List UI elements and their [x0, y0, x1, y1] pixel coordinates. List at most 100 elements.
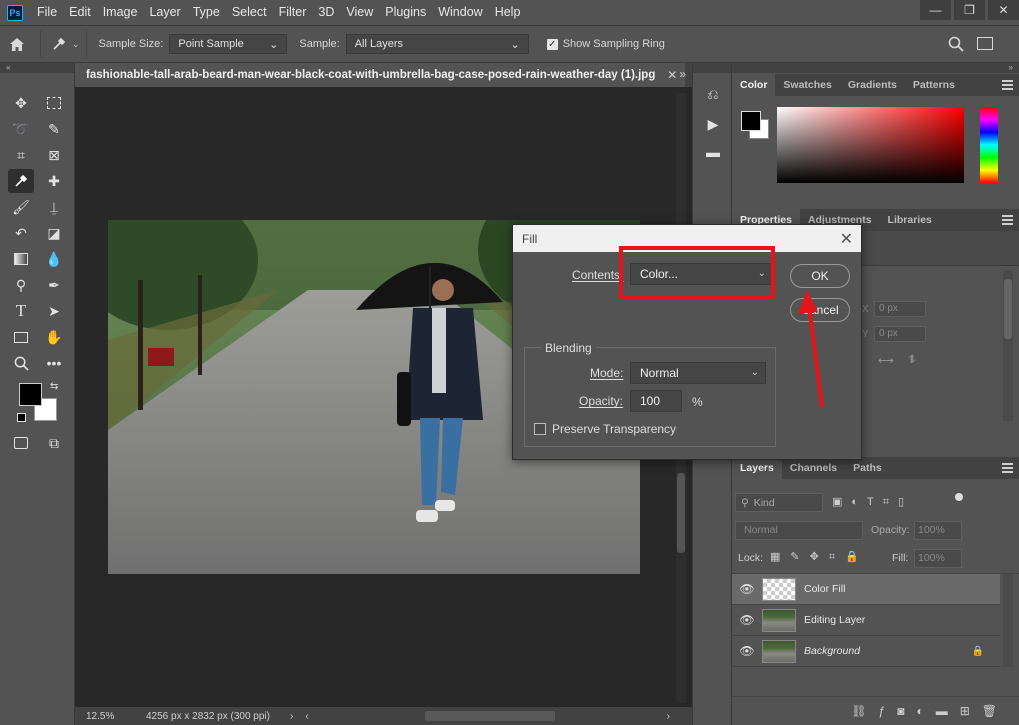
layer-row-color-fill[interactable]: 👁 Color Fill — [732, 574, 1000, 605]
lock-options-icons[interactable]: ▦✎✥⌗🔒 — [770, 550, 869, 564]
panel-menu-icon[interactable] — [1002, 463, 1013, 473]
menu-view[interactable]: View — [340, 0, 379, 25]
actions-play-icon[interactable]: ▶ — [702, 113, 724, 135]
frame-tool-icon[interactable]: ⊠ — [41, 143, 67, 167]
crop-tool-icon[interactable]: ⌗ — [8, 143, 34, 167]
restore-button[interactable]: ❐ — [954, 0, 985, 20]
dodge-tool-icon[interactable]: ⚲ — [8, 273, 34, 297]
flip-vertical-icon[interactable]: ⥮ — [908, 354, 916, 367]
color-panel-foreground-swatch[interactable] — [741, 111, 761, 131]
tab-patterns[interactable]: Patterns — [905, 74, 963, 96]
tabs-overflow-icon[interactable]: » — [679, 67, 686, 81]
type-tool-icon[interactable]: T — [8, 299, 34, 323]
y-field[interactable]: 0 px — [874, 326, 926, 342]
tab-gradients[interactable]: Gradients — [840, 74, 905, 96]
tab-layers[interactable]: Layers — [732, 457, 782, 479]
lasso-tool-icon[interactable]: ➰ — [8, 117, 34, 141]
rectangle-tool-icon[interactable] — [8, 325, 34, 349]
show-sampling-ring-checkbox[interactable]: ✓ — [546, 38, 558, 50]
quick-selection-tool-icon[interactable]: ✎ — [41, 117, 67, 141]
eye-icon[interactable]: 👁 — [732, 613, 762, 627]
layer-row-editing-layer[interactable]: 👁 Editing Layer — [732, 605, 1000, 636]
comments-icon[interactable]: ▬ — [702, 141, 724, 163]
clone-stamp-tool-icon[interactable]: ⍊ — [41, 195, 67, 219]
cancel-button[interactable]: Cancel — [790, 298, 850, 322]
flip-horizontal-icon[interactable]: ⟷ — [878, 354, 894, 367]
menu-window[interactable]: Window — [432, 0, 488, 25]
blend-mode-select[interactable]: Normal — [735, 521, 863, 540]
zoom-tool-icon[interactable] — [8, 351, 34, 375]
swap-colors-icon[interactable]: ⇆ — [50, 381, 58, 392]
properties-scrollbar[interactable] — [1003, 271, 1013, 421]
marquee-tool-icon[interactable] — [41, 91, 67, 115]
history-brush-tool-icon[interactable]: ↶ — [8, 221, 34, 245]
eye-icon[interactable]: 👁 — [732, 644, 762, 658]
filter-toggle-icon[interactable] — [955, 493, 963, 501]
menu-layer[interactable]: Layer — [143, 0, 186, 25]
close-window-button[interactable]: ✕ — [988, 0, 1019, 20]
hand-tool-icon[interactable]: ✋ — [41, 325, 67, 349]
mode-select[interactable]: Normal ⌄ — [630, 362, 766, 384]
menu-help[interactable]: Help — [489, 0, 527, 25]
panel-menu-icon[interactable] — [1002, 215, 1013, 225]
history-icon[interactable]: ⎌ — [702, 83, 724, 105]
x-field[interactable]: 0 px — [874, 301, 926, 317]
foreground-color-swatch[interactable] — [19, 383, 42, 406]
menu-filter[interactable]: Filter — [273, 0, 313, 25]
layer-filter-kind-select[interactable]: ⚲ Kind — [735, 493, 823, 512]
contents-select[interactable]: Color... ⌄ — [630, 263, 773, 285]
tab-color[interactable]: Color — [732, 74, 776, 96]
document-tab[interactable]: fashionable-tall-arab-beard-man-wear-bla… — [75, 63, 686, 87]
scroll-left-icon[interactable]: ‹ — [305, 711, 308, 722]
more-tools-icon[interactable]: ••• — [41, 351, 67, 375]
brush-tool-icon[interactable]: 🖌 — [8, 195, 34, 219]
layers-footer-icons[interactable]: ⛓ƒ◙◐▬⊞🗑 — [732, 696, 1019, 725]
ok-button[interactable]: OK — [790, 264, 850, 288]
dialog-opacity-field[interactable]: 100 — [630, 390, 682, 412]
scroll-right-icon[interactable]: › — [667, 711, 670, 722]
healing-brush-tool-icon[interactable]: ✚ — [41, 169, 67, 193]
menu-select[interactable]: Select — [226, 0, 273, 25]
hue-slider[interactable] — [980, 107, 998, 183]
search-icon[interactable] — [948, 36, 964, 55]
screen-mode-icon[interactable]: ⧉ — [41, 431, 67, 455]
panel-menu-icon[interactable] — [1002, 80, 1013, 90]
eyedropper-tool-icon[interactable] — [8, 169, 34, 193]
move-tool-icon[interactable]: ✥ — [8, 91, 34, 115]
sample-select[interactable]: All Layers ⌄ — [345, 34, 529, 54]
path-selection-tool-icon[interactable]: ➤ — [41, 299, 67, 323]
home-icon[interactable] — [0, 37, 34, 52]
menu-edit[interactable]: Edit — [63, 0, 97, 25]
tab-libraries[interactable]: Libraries — [880, 209, 940, 231]
menu-file[interactable]: File — [31, 0, 63, 25]
tab-channels[interactable]: Channels — [782, 457, 845, 479]
color-picker-field[interactable] — [777, 107, 964, 183]
minimize-button[interactable]: — — [920, 0, 951, 20]
menu-3d[interactable]: 3D — [312, 0, 340, 25]
quick-mask-icon[interactable] — [8, 431, 34, 455]
menu-type[interactable]: Type — [187, 0, 226, 25]
fill-field[interactable]: 100% — [914, 549, 962, 568]
blur-tool-icon[interactable]: 💧 — [41, 247, 67, 271]
menu-plugins[interactable]: Plugins — [379, 0, 432, 25]
eyedropper-tool-preset[interactable]: ⌄ — [51, 36, 80, 52]
preserve-transparency-checkbox[interactable] — [534, 423, 546, 435]
menu-image[interactable]: Image — [97, 0, 144, 25]
close-icon[interactable]: ✕ — [667, 68, 677, 82]
layer-row-background[interactable]: 👁 Background 🔒 — [732, 636, 1000, 667]
close-icon[interactable]: ✕ — [840, 229, 853, 249]
tab-swatches[interactable]: Swatches — [775, 74, 839, 96]
opacity-field[interactable]: 100% — [914, 521, 962, 540]
tab-paths[interactable]: Paths — [845, 457, 890, 479]
status-expand-icon[interactable]: › — [290, 711, 293, 722]
zoom-level[interactable]: 12.5% — [86, 711, 136, 722]
collapse-panels-icon[interactable]: » — [732, 63, 1019, 73]
collapse-chevron-icon[interactable]: « — [0, 63, 74, 73]
sample-size-select[interactable]: Point Sample ⌄ — [169, 34, 288, 54]
workspace-icon[interactable] — [977, 37, 993, 50]
eye-icon[interactable]: 👁 — [732, 582, 762, 596]
vertical-scroll-thumb[interactable] — [677, 473, 685, 553]
eraser-tool-icon[interactable]: ◪ — [41, 221, 67, 245]
layer-filter-icons[interactable]: ▣◐T⌗▯ — [832, 495, 913, 509]
gradient-tool-icon[interactable] — [8, 247, 34, 271]
